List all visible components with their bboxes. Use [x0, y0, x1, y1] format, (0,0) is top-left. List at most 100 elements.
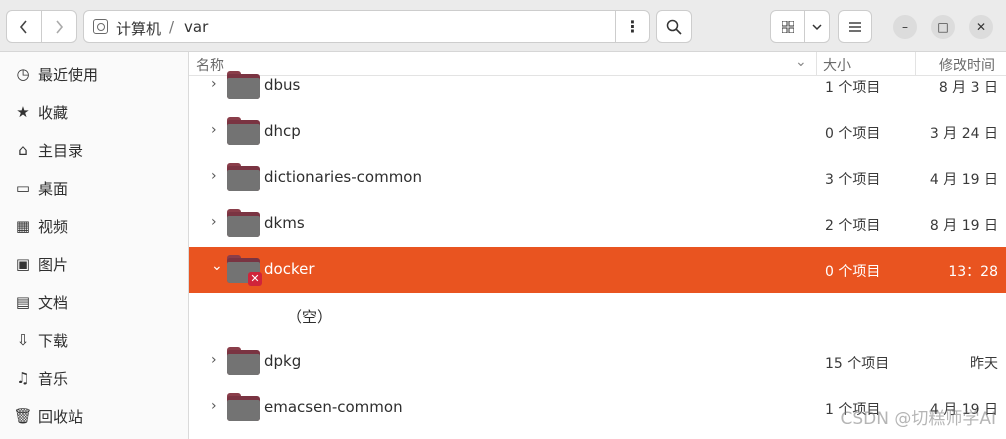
path-menu-button[interactable]: ⋮	[615, 11, 649, 42]
watermark: CSDN @切糕师学AI	[840, 409, 996, 429]
folder-locked-icon: ✕	[227, 255, 262, 286]
main-menu-button[interactable]	[838, 10, 872, 43]
sidebar-item-label: 收藏	[38, 103, 69, 122]
sidebar-item-label: 回收站	[38, 407, 84, 426]
grid-icon	[781, 20, 794, 33]
file-size: 0 个项目	[825, 126, 881, 142]
file-list: 名称 ⌄ 大小 修改时间 › dbus 1 个项目 8 月 3 日 › dhcp…	[189, 52, 1006, 439]
breadcrumb-computer[interactable]: 计算机	[116, 18, 161, 39]
file-size: 15 个项目	[825, 356, 890, 372]
file-size: 1 个项目	[825, 80, 881, 96]
list-row[interactable]: › dhcp 0 个项目 3 月 24 日	[189, 109, 1006, 155]
maximize-icon: □	[937, 20, 949, 34]
chevron-down-icon	[812, 23, 822, 30]
sidebar-item-label: 最近使用	[38, 65, 99, 84]
sidebar-item-home[interactable]: ⌂ 主目录	[0, 131, 189, 169]
more-vertical-icon: ⋮	[624, 17, 641, 36]
file-size: 0 个项目	[825, 264, 881, 280]
sidebar-item-trash[interactable]: 🗑 回收站	[0, 397, 189, 435]
list-row[interactable]: › dpkg 15 个项目 昨天	[189, 339, 1006, 385]
expander-chevron-icon[interactable]: ›	[211, 76, 217, 92]
sidebar-item-recent[interactable]: ◷ 最近使用	[0, 55, 189, 93]
home-icon: ⌂	[18, 141, 28, 159]
file-name: dkms	[264, 214, 305, 232]
close-icon: ✕	[975, 20, 987, 34]
no-access-badge-icon: ✕	[248, 272, 262, 286]
expanded-empty-row: （空）	[189, 293, 1006, 339]
file-modified: 4 月 19 日	[929, 172, 998, 188]
list-row-selected[interactable]: ⌄ ✕ docker 0 个项目 13：28	[189, 247, 1006, 293]
expander-chevron-icon[interactable]: ›	[211, 352, 217, 368]
desktop-icon: ▭	[15, 179, 31, 197]
star-icon: ★	[16, 103, 30, 121]
sidebar-item-label: 主目录	[38, 141, 84, 160]
close-button[interactable]: ✕	[969, 15, 993, 39]
music-icon: ♫	[16, 369, 30, 387]
file-modified: 昨天	[970, 356, 998, 372]
view-toggle-group	[770, 10, 830, 43]
file-name: dpkg	[264, 352, 302, 370]
minimize-button[interactable]: –	[893, 15, 917, 39]
folder-icon	[227, 117, 260, 145]
expander-chevron-icon[interactable]: ›	[211, 122, 217, 138]
download-icon: ⇩	[16, 331, 30, 349]
minimize-icon: –	[902, 20, 908, 34]
location-bar[interactable]: 计算机 / var ⋮	[83, 10, 650, 43]
sidebar-item-label: 视频	[38, 217, 69, 236]
expander-chevron-icon[interactable]: ›	[211, 398, 217, 414]
folder-icon	[227, 71, 260, 99]
list-row[interactable]: › dbus 1 个项目 8 月 3 日	[189, 63, 1006, 109]
file-modified: 8 月 3 日	[938, 80, 998, 96]
folder-icon	[227, 209, 260, 237]
trash-icon: 🗑	[13, 407, 33, 425]
document-icon: ▤	[15, 293, 31, 311]
sidebar-item-music[interactable]: ♫ 音乐	[0, 359, 189, 397]
sidebar: ◷ 最近使用 ★ 收藏 ⌂ 主目录 ▭ 桌面 ▦ 视频 ▣ 图片 ▤ 文档 ⇩ …	[0, 52, 189, 439]
navigation-buttons	[6, 10, 77, 43]
search-button[interactable]	[656, 10, 692, 43]
file-size: 3 个项目	[825, 172, 881, 188]
sidebar-item-label: 文档	[38, 293, 69, 312]
folder-icon	[227, 393, 260, 421]
file-name: dictionaries-common	[264, 168, 422, 186]
file-modified: 13：28	[948, 264, 998, 280]
forward-button[interactable]	[41, 11, 76, 42]
sidebar-item-videos[interactable]: ▦ 视频	[0, 207, 189, 245]
expander-chevron-down-icon[interactable]: ⌄	[211, 258, 223, 274]
video-icon: ▦	[15, 217, 31, 235]
hamburger-icon	[849, 21, 861, 32]
view-options-button[interactable]	[805, 23, 829, 31]
sidebar-item-pictures[interactable]: ▣ 图片	[0, 245, 189, 283]
list-row[interactable]: › dkms 2 个项目 8 月 19 日	[189, 201, 1006, 247]
drive-icon	[93, 19, 108, 34]
breadcrumb-var[interactable]: var	[184, 18, 208, 36]
sidebar-item-downloads[interactable]: ⇩ 下载	[0, 321, 189, 359]
chevron-left-icon	[19, 19, 27, 34]
file-name: dhcp	[264, 122, 301, 140]
folder-icon	[227, 347, 260, 375]
back-button[interactable]	[7, 11, 41, 42]
sidebar-item-label: 音乐	[38, 369, 69, 388]
breadcrumb-separator: /	[169, 18, 175, 36]
sidebar-item-label: 桌面	[38, 179, 69, 198]
list-row[interactable]: › dictionaries-common 3 个项目 4 月 19 日	[189, 155, 1006, 201]
sidebar-item-starred[interactable]: ★ 收藏	[0, 93, 189, 131]
maximize-button[interactable]: □	[931, 15, 955, 39]
file-size: 2 个项目	[825, 218, 881, 234]
sidebar-item-label: 下载	[38, 331, 69, 350]
image-icon: ▣	[15, 255, 31, 273]
sidebar-item-desktop[interactable]: ▭ 桌面	[0, 169, 189, 207]
file-modified: 3 月 24 日	[929, 126, 998, 142]
folder-icon	[227, 163, 260, 191]
chevron-right-icon	[56, 19, 64, 34]
header-bar: 计算机 / var ⋮ – □ ✕	[0, 0, 1006, 52]
sidebar-item-documents[interactable]: ▤ 文档	[0, 283, 189, 321]
sidebar-item-label: 图片	[38, 255, 69, 274]
empty-folder-label: （空）	[287, 308, 333, 326]
file-name: docker	[264, 260, 315, 278]
file-name: dbus	[264, 76, 301, 94]
expander-chevron-icon[interactable]: ›	[211, 214, 217, 230]
search-icon	[666, 19, 682, 35]
grid-view-button[interactable]	[771, 11, 805, 42]
expander-chevron-icon[interactable]: ›	[211, 168, 217, 184]
